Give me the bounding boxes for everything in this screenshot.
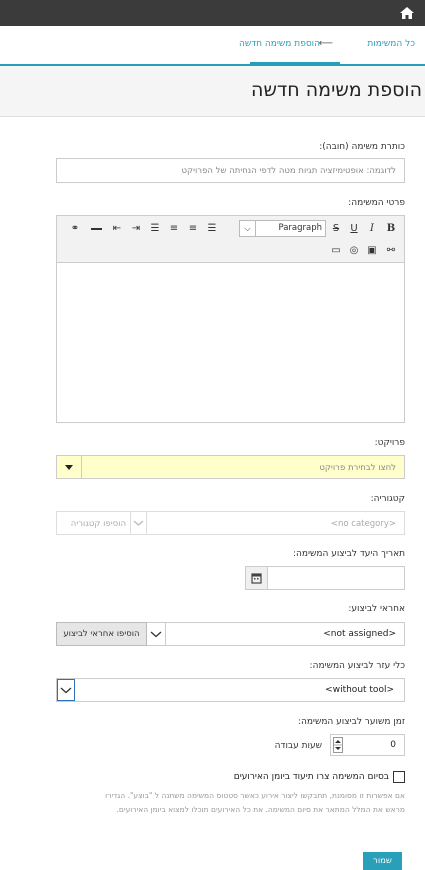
category-value: <no category> <box>330 519 396 529</box>
event-log-note-line1: אם אפשרות זו מסומנת, תתבקשו ליצור אירוע … <box>105 791 405 800</box>
bold-icon[interactable]: B <box>385 223 397 235</box>
format-select-value: Paragraph <box>278 223 322 233</box>
breadcrumb-tabs: כל המשימות ⟵ הוספת משימה חדשה <box>0 26 425 66</box>
title-label: כותרת משימה (חובה): <box>319 142 405 152</box>
home-icon[interactable] <box>399 5 415 21</box>
title-placeholder: לדוגמה: אופטימיזציה תגיות מטה לדפי הנחית… <box>181 166 396 176</box>
assignee-chevron[interactable] <box>146 622 166 646</box>
project-placeholder: לחצו לבחירת פרויקט <box>319 463 396 473</box>
assignee-select[interactable]: <not assigned> <box>165 622 405 646</box>
project-select[interactable]: לחצו לבחירת פרויקט <box>56 455 405 479</box>
link-icon[interactable]: ⚭ <box>69 223 81 235</box>
details-editor[interactable] <box>56 263 405 423</box>
image-icon[interactable]: ▭ <box>330 245 342 257</box>
align-left-icon[interactable]: ☰ <box>149 223 161 235</box>
add-assignee-button[interactable]: הוסיפו אחראי לביצוע <box>56 622 147 646</box>
title-input[interactable]: לדוגמה: אופטימיזציה תגיות מטה לדפי הנחית… <box>56 158 405 183</box>
outdent-icon[interactable]: ⇤ <box>111 223 123 235</box>
assignee-value: <not assigned> <box>323 629 396 639</box>
chevron-down-icon <box>60 687 72 694</box>
details-label: פרטי המשימה: <box>348 198 405 208</box>
tool-select[interactable]: <without tool> <box>56 678 405 702</box>
estimate-label: זמן משוער לביצוע המשימה: <box>297 717 405 727</box>
category-select[interactable]: <no category> <box>146 511 405 535</box>
estimate-value: 0 <box>390 740 396 750</box>
align-right-icon[interactable]: ≡ <box>187 223 199 235</box>
category-label: קטגוריה: <box>370 494 405 504</box>
horizontal-rule-icon[interactable] <box>91 228 102 230</box>
category-add-placeholder: הוסיפו קטגוריה <box>70 519 126 529</box>
save-button[interactable]: שמור <box>363 852 402 870</box>
tab-add-task[interactable]: הוספת משימה חדשה <box>239 26 340 64</box>
page-title: הוספת משימה חדשה <box>251 79 422 101</box>
calendar-button[interactable] <box>245 566 268 590</box>
chevron-down-icon <box>150 631 162 638</box>
due-date-input[interactable] <box>267 566 405 590</box>
estimate-input[interactable]: 0 <box>330 734 405 756</box>
align-center-icon[interactable]: ≡ <box>168 223 180 235</box>
tool-value: <without tool> <box>325 685 394 695</box>
top-bar <box>0 0 425 26</box>
category-chevron[interactable] <box>130 511 147 535</box>
assignee-label: אחראי לביצוע: <box>348 604 405 614</box>
chevron-down-icon[interactable]: ⌵ <box>240 221 256 236</box>
caret-down-icon[interactable] <box>57 456 82 478</box>
chevron-down-icon <box>133 520 144 526</box>
code-icon[interactable]: ◎ <box>348 245 360 257</box>
event-log-note-line2: מראש את המלל המתאר את סיום המשימה. את כל… <box>116 805 405 814</box>
event-log-checkbox-label: בסיום המשימה צרו תיעוד ביומן האירועים <box>233 772 389 782</box>
indent-icon[interactable]: ⇥ <box>130 223 142 235</box>
event-log-checkbox[interactable] <box>393 771 405 783</box>
calendar-icon <box>251 573 262 584</box>
due-date-label: תאריך היעד לביצוע המשימה: <box>292 549 405 559</box>
format-select[interactable]: Paragraph ⌵ <box>239 220 326 237</box>
media-icon[interactable]: ▣ <box>366 245 378 257</box>
category-add-input[interactable]: הוסיפו קטגוריה <box>56 511 131 535</box>
stepper-icon[interactable] <box>333 737 343 753</box>
tool-chevron[interactable] <box>57 679 75 701</box>
tab-all-tasks[interactable]: כל המשימות <box>367 39 415 49</box>
unlink-icon[interactable]: ⚯ <box>385 245 397 257</box>
tab-add-task-label: הוספת משימה חדשה <box>239 39 320 49</box>
align-justify-icon[interactable]: ☰ <box>206 223 218 235</box>
estimate-unit: שעות עבודה <box>274 741 322 751</box>
strikethrough-icon[interactable]: S <box>330 223 342 235</box>
tool-label: כלי עזר לביצוע המשימה: <box>309 661 405 671</box>
underline-icon[interactable]: U <box>348 223 360 235</box>
project-label: פרויקט: <box>374 438 405 448</box>
italic-icon[interactable]: I <box>366 223 378 235</box>
editor-toolbar: B I U S Paragraph ⌵ ☰ ≡ ≡ ☰ ⇥ ⇤ ⚭ ⚯ ▣ ◎ … <box>56 215 405 263</box>
